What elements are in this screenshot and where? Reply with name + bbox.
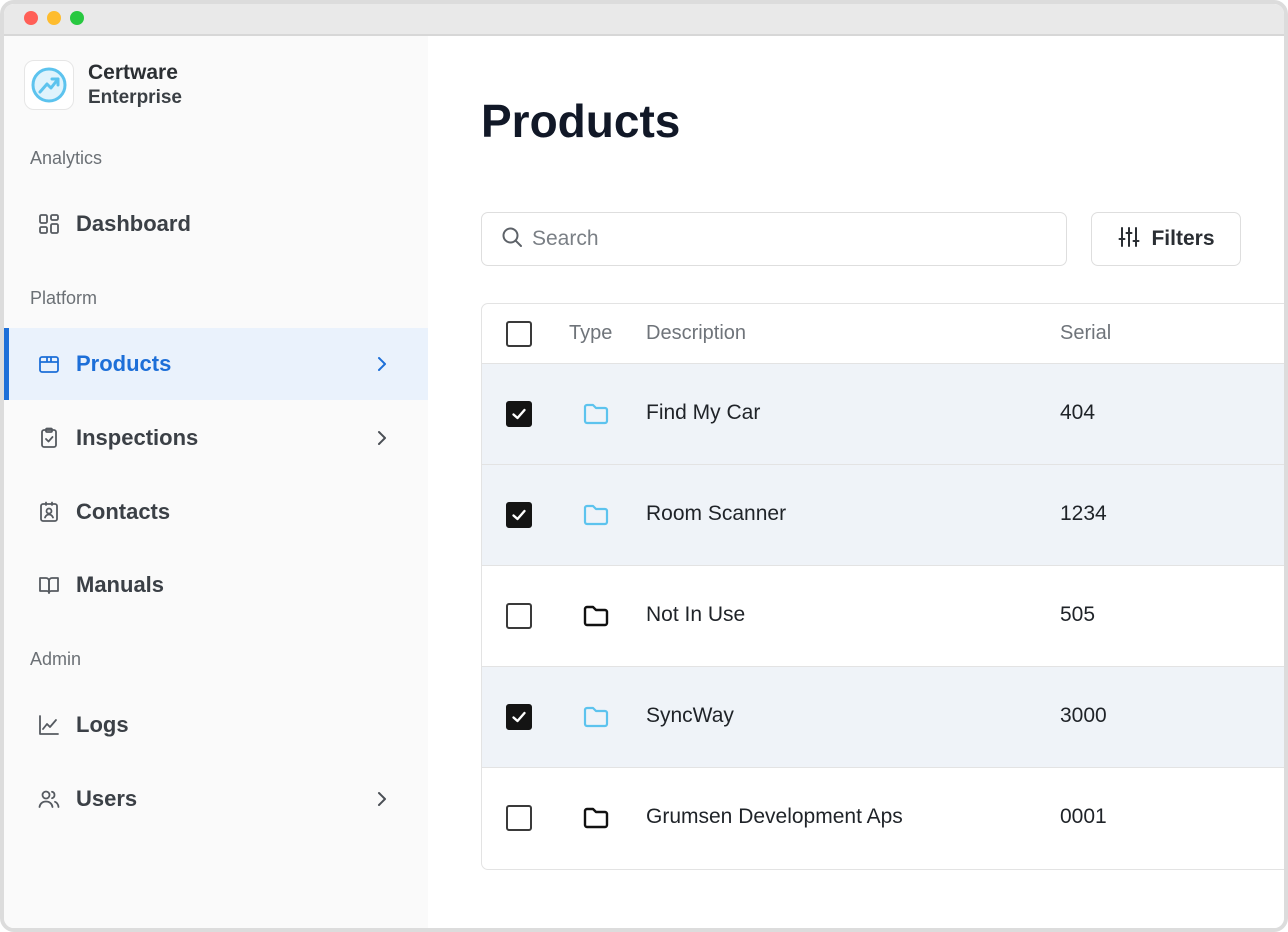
users-icon	[36, 786, 62, 812]
row-checkbox[interactable]	[506, 603, 532, 629]
contact-card-icon	[36, 499, 62, 525]
check-icon	[512, 711, 526, 723]
table-row[interactable]: Room Scanner 1234	[482, 465, 1284, 566]
minimize-window-button[interactable]	[47, 11, 61, 25]
sidebar-item-label: Contacts	[76, 499, 171, 524]
sidebar-item-label: Dashboard	[76, 211, 191, 236]
select-all-checkbox[interactable]	[506, 321, 532, 347]
section-label-admin: Admin	[30, 649, 82, 669]
sidebar-item-label: Logs	[76, 712, 129, 737]
sidebar-item-users[interactable]: Users	[4, 763, 428, 835]
check-icon	[512, 408, 526, 420]
filters-button[interactable]: Filters	[1091, 212, 1241, 266]
folder-icon	[582, 603, 610, 629]
package-icon	[36, 351, 62, 377]
book-open-icon	[36, 572, 62, 598]
table-header: Type Description Serial	[482, 304, 1284, 364]
sidebar-item-label: Inspections	[76, 425, 199, 450]
row-description: Not In Use	[646, 603, 746, 626]
folder-icon	[582, 502, 610, 528]
table-row[interactable]: Not In Use 505	[482, 566, 1284, 667]
chevron-right-icon	[370, 787, 394, 811]
row-description: Find My Car	[646, 401, 761, 424]
brand[interactable]: Certware Enterprise	[24, 58, 182, 112]
row-checkbox[interactable]	[506, 401, 532, 427]
folder-icon	[582, 704, 610, 730]
brand-subtitle: Enterprise	[88, 87, 182, 108]
brand-name: Certware	[88, 61, 178, 84]
sidebar-item-dashboard[interactable]: Dashboard	[4, 188, 428, 260]
row-serial: 404	[1060, 401, 1096, 424]
column-header-description[interactable]: Description	[646, 322, 746, 345]
folder-icon	[582, 401, 610, 427]
title-bar	[4, 4, 1284, 36]
zoom-window-button[interactable]	[70, 11, 84, 25]
clipboard-check-icon	[36, 425, 62, 451]
sidebar-item-contacts[interactable]: Contacts	[4, 476, 428, 548]
sidebar-item-products[interactable]: Products	[4, 328, 428, 400]
sidebar-item-label: Products	[76, 351, 172, 376]
grid-icon	[36, 211, 62, 237]
row-description: Grumsen Development Aps	[646, 805, 903, 828]
filters-button-label: Filters	[1151, 227, 1215, 250]
chevron-right-icon	[370, 426, 394, 450]
row-checkbox[interactable]	[506, 502, 532, 528]
row-serial: 0001	[1060, 805, 1107, 828]
column-header-type[interactable]: Type	[569, 322, 612, 345]
page-title: Products	[481, 95, 681, 147]
row-description: Room Scanner	[646, 502, 787, 525]
row-checkbox[interactable]	[506, 805, 532, 831]
sidebar: Certware Enterprise Analytics Dashboard …	[4, 36, 428, 928]
app-window: Certware Enterprise Analytics Dashboard …	[0, 0, 1288, 932]
check-icon	[512, 509, 526, 521]
row-serial: 505	[1060, 603, 1096, 626]
close-window-button[interactable]	[24, 11, 38, 25]
sidebar-item-label: Users	[76, 786, 138, 811]
sliders-icon	[1117, 225, 1141, 254]
row-serial: 1234	[1060, 502, 1107, 525]
products-table: Type Description Serial Find My Car 404	[481, 303, 1284, 870]
sidebar-item-logs[interactable]: Logs	[4, 689, 428, 761]
brand-logo-icon	[24, 60, 74, 110]
folder-icon	[582, 805, 610, 831]
section-label-platform: Platform	[30, 288, 98, 308]
main-content: Products Filters Type Descript	[428, 36, 1284, 928]
section-label-analytics: Analytics	[30, 148, 103, 168]
search-input[interactable]	[532, 227, 1052, 251]
chevron-right-icon	[370, 352, 394, 376]
table-row[interactable]: Find My Car 404	[482, 364, 1284, 465]
sidebar-item-label: Manuals	[76, 572, 165, 597]
table-row[interactable]: Grumsen Development Aps 0001	[482, 768, 1284, 869]
row-serial: 3000	[1060, 704, 1107, 727]
sidebar-item-inspections[interactable]: Inspections	[4, 402, 428, 474]
column-header-serial[interactable]: Serial	[1060, 322, 1111, 345]
line-chart-icon	[36, 712, 62, 738]
search-box[interactable]	[481, 212, 1067, 266]
search-icon	[500, 225, 524, 254]
row-checkbox[interactable]	[506, 704, 532, 730]
row-description: SyncWay	[646, 704, 734, 727]
sidebar-item-manuals[interactable]: Manuals	[4, 549, 428, 621]
table-row[interactable]: SyncWay 3000	[482, 667, 1284, 768]
